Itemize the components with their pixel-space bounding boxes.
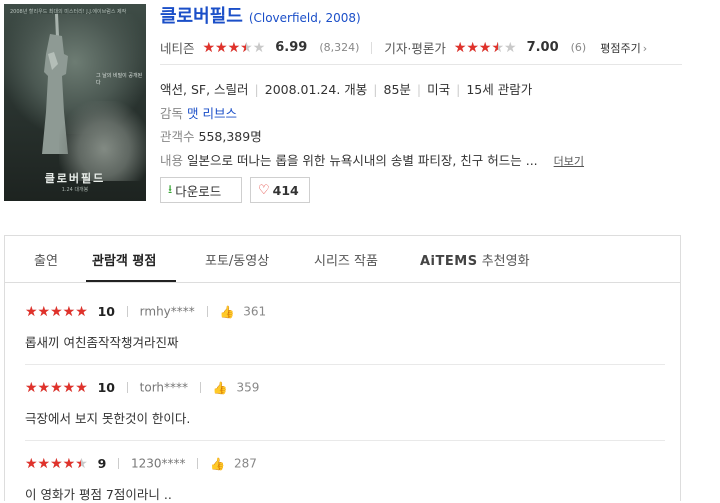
pipe: | [373,82,378,97]
review-item: ★★★★★ ★★★★★ 10 rmhy**** 👍 361 롭새끼 여친좀작작챙… [25,302,665,351]
reviewer-id: torh**** [139,380,189,395]
tab-recommendations[interactable]: AiTEMS 추천영화 [420,250,530,269]
thumb-up-icon[interactable]: 👍 [213,381,228,395]
critic-score: 7.00 [526,40,559,55]
divider [118,458,120,469]
star-fill: ★★★★★ [25,304,88,319]
recommend-label: 추천영화 [481,254,530,269]
critic-count: (6) [570,41,587,54]
review-score: 10 [97,303,115,319]
star-fill: ★★★★★ [453,40,498,55]
rating-summary: 네티즌 ★★★★★ ★★★★★ 6.99 (8,324) 기자·평론가 ★★★★… [160,38,682,60]
divider [197,458,199,469]
divider [199,382,201,393]
divider [126,306,128,317]
pipe: | [254,82,259,97]
country[interactable]: 미국 [427,82,450,97]
movie-title-row: 클로버필드 (Cloverfield, 2008) [160,2,361,27]
like-button[interactable]: ♡ 414 [250,177,310,203]
review-divider [25,440,665,441]
release-date[interactable]: 2008.01.24. 개봉 [265,82,368,97]
movie-info-line: 액션, SF, 스릴러 | 2008.01.24. 개봉 | 85분 | 미국 | 15세 관람… [160,79,532,98]
review-stars: ★★★★★ ★★★★★ [25,305,88,319]
review-stars: ★★★★★ ★★★★★ [25,381,88,395]
director-line: 감독 맷 리브스 [160,103,237,122]
pipe: | [416,82,422,97]
review-item: ★★★★★ ★★★★★ 9 1230**** 👍 287 이 영화가 평점 7점… [25,454,665,503]
download-label: 다운로드 [175,183,222,199]
review-item: ★★★★★ ★★★★★ 10 torh**** 👍 359 극장에서 보지 못한… [25,378,665,427]
poster-title: 클로버필드 [44,172,106,185]
netizen-count: (8,324) [319,41,360,54]
audience-count: 558,389명 [198,129,262,144]
review-text: 극장에서 보지 못한것이 한이다. [25,411,191,426]
tab-series[interactable]: 시리즈 작품 [314,250,378,269]
summary-text: 일본으로 떠나는 롭을 위한 뉴욕시내의 송별 파티장, 친구 허드는 ... [187,153,538,168]
director-link[interactable]: 맷 리브스 [187,106,237,121]
star-fill: ★★★★★ [202,40,247,55]
movie-poster[interactable]: 2008년 할리우드 최대의 미스터리! J.J.에이브럼스 제작 그 날의 비… [4,4,146,201]
movie-title-en: (Cloverfield, 2008) [248,11,361,25]
review-text: 롭새끼 여친좀작작챙겨라진짜 [25,335,179,350]
like-count: 361 [243,304,267,319]
more-link[interactable]: 더보기 [554,155,584,168]
thumb-up-icon[interactable]: 👍 [219,305,234,319]
audience-line: 관객수 558,389명 [160,126,262,145]
runtime: 85분 [383,82,411,97]
header-divider [160,64,682,65]
tab-bar: 출연 관람객 평점 포토/동영상 시리즈 작품 AiTEMS 추천영화 [5,236,680,283]
summary-line: 내용 일본으로 떠나는 롭을 위한 뉴욕시내의 송별 파티장, 친구 허드는 .… [160,150,584,169]
age-rating: 15세 관람가 [466,82,533,97]
reviewer-id: rmhy**** [139,304,195,319]
poster-small-text: 그 날의 비밀이 공개된다 [96,73,143,86]
tab-cast[interactable]: 출연 [34,250,58,269]
tab-photo-video[interactable]: 포토/동영상 [205,250,269,269]
rate-link-label: 평점주기 [600,41,641,55]
divider [371,41,373,54]
chevron-right-icon: › [642,41,648,55]
pipe: | [456,82,461,97]
review-panel: 출연 관람객 평점 포토/동영상 시리즈 작품 AiTEMS 추천영화 ★★★★… [4,235,681,503]
divider [206,306,208,317]
aitems-label: AiTEMS [420,254,478,269]
rate-movie-link[interactable]: 평점주기 › [600,42,647,55]
review-text: 이 영화가 평점 7점이라니 .. [25,487,172,502]
heart-icon: ♡ [258,182,270,198]
summary-label: 내용 [160,153,184,168]
poster-smoke [59,101,146,181]
critic-label: 기자·평론가 [384,41,446,56]
like-count: 414 [272,182,299,198]
star-fill: ★★★★★ [25,456,81,471]
audience-label: 관객수 [160,129,195,144]
review-score: 10 [97,379,115,395]
movie-title[interactable]: 클로버필드 [160,6,243,27]
director-label: 감독 [160,106,184,121]
critic-stars: ★★★★★ ★★★★★ [454,41,517,55]
download-button[interactable]: ⭳ 다운로드 [160,177,242,203]
review-divider [25,364,665,365]
genre[interactable]: 액션, SF, 스릴러 [160,82,249,97]
star-fill: ★★★★★ [25,380,88,395]
tab-audience-rating[interactable]: 관람객 평점 [92,250,156,269]
poster-date: 1.24 대개봉 [61,187,89,193]
like-count: 359 [236,380,260,395]
reviewer-id: 1230**** [130,456,186,471]
divider [126,382,128,393]
review-stars: ★★★★★ ★★★★★ [25,457,88,471]
netizen-stars: ★★★★★ ★★★★★ [203,41,266,55]
netizen-label: 네티즌 [160,41,195,56]
thumb-up-icon[interactable]: 👍 [210,457,225,471]
review-score: 9 [97,455,107,471]
active-tab-indicator [86,280,176,282]
netizen-score: 6.99 [275,40,308,55]
download-icon: ⭳ [168,181,173,196]
like-count: 287 [233,456,257,471]
